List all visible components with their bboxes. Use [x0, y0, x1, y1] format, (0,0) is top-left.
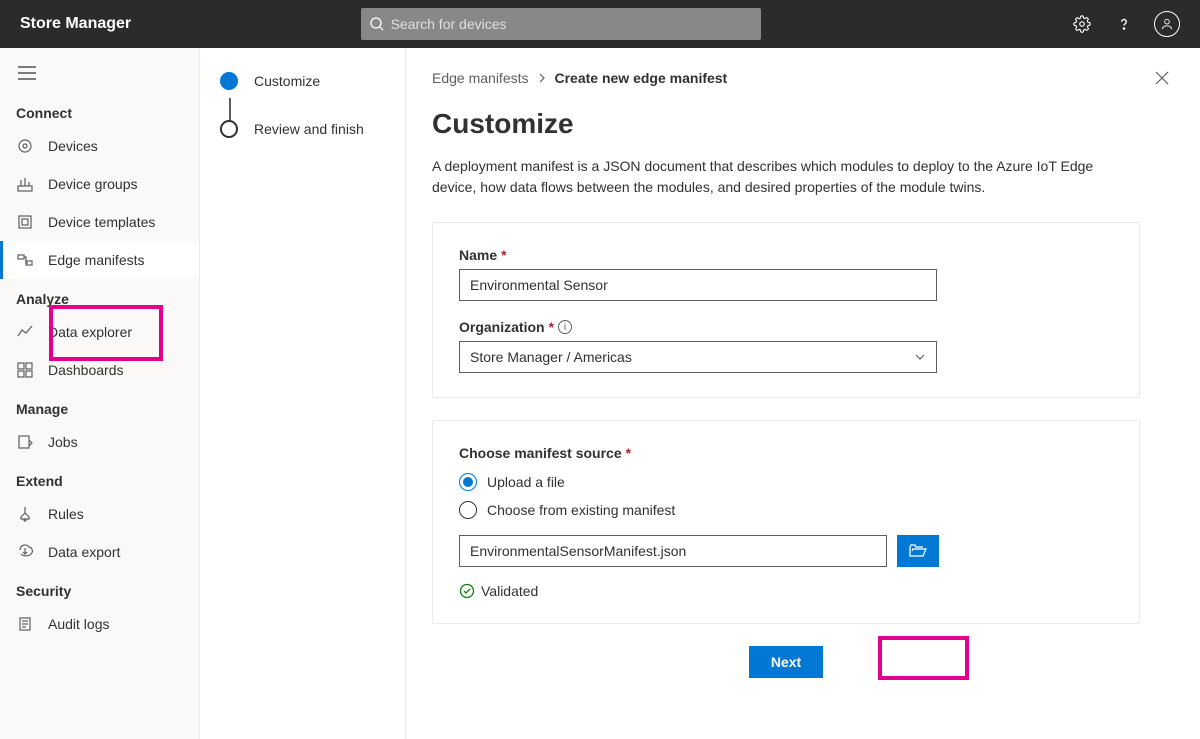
radio-icon	[459, 501, 477, 519]
sidebar-item-label: Data export	[48, 544, 120, 560]
folder-open-icon	[909, 544, 927, 558]
user-avatar[interactable]	[1154, 11, 1180, 37]
data-export-icon	[16, 543, 34, 561]
sidebar-item-label: Jobs	[48, 434, 78, 450]
file-name-field[interactable]: EnvironmentalSensorManifest.json	[459, 535, 887, 567]
radio-icon	[459, 473, 477, 491]
page-title: Customize	[432, 108, 1140, 140]
search-box[interactable]	[361, 8, 761, 40]
sidebar-item-edge-manifests[interactable]: Edge manifests	[0, 241, 199, 279]
step-label: Customize	[254, 73, 320, 89]
sidebar-item-device-groups[interactable]: Device groups	[0, 165, 199, 203]
sidebar-item-devices[interactable]: Devices	[0, 127, 199, 165]
organization-label: Organization * i	[459, 319, 1113, 335]
sidebar-item-label: Edge manifests	[48, 252, 145, 268]
sidebar-item-device-templates[interactable]: Device templates	[0, 203, 199, 241]
name-label: Name *	[459, 247, 1113, 263]
step-customize[interactable]: Customize	[220, 72, 385, 90]
step-circle-icon	[220, 72, 238, 90]
required-asterisk: *	[501, 247, 506, 263]
sidebar-item-label: Devices	[48, 138, 98, 154]
sidebar-item-label: Dashboards	[48, 362, 124, 378]
sidebar-item-audit-logs[interactable]: Audit logs	[0, 605, 199, 643]
breadcrumb-parent[interactable]: Edge manifests	[432, 70, 529, 86]
search-input[interactable]	[391, 16, 753, 32]
sidebar: Connect Devices Device groups Device tem…	[0, 48, 200, 739]
required-asterisk: *	[549, 319, 554, 335]
breadcrumb-current: Create new edge manifest	[555, 70, 728, 86]
radio-label: Upload a file	[487, 474, 565, 490]
required-asterisk: *	[626, 445, 631, 461]
sidebar-item-jobs[interactable]: Jobs	[0, 423, 199, 461]
devices-icon	[16, 137, 34, 155]
name-input[interactable]	[459, 269, 937, 301]
radio-label: Choose from existing manifest	[487, 502, 675, 518]
help-icon[interactable]	[1112, 12, 1136, 36]
top-bar: Store Manager	[0, 0, 1200, 48]
sidebar-item-dashboards[interactable]: Dashboards	[0, 351, 199, 389]
search-icon	[369, 16, 385, 32]
settings-icon[interactable]	[1070, 12, 1094, 36]
chevron-down-icon	[914, 351, 926, 363]
section-manage: Manage	[0, 389, 199, 423]
step-connector	[229, 98, 231, 122]
info-icon[interactable]: i	[558, 320, 572, 334]
section-analyze: Analyze	[0, 279, 199, 313]
breadcrumb: Edge manifests Create new edge manifest	[432, 70, 1140, 86]
audit-logs-icon	[16, 615, 34, 633]
rules-icon	[16, 505, 34, 523]
step-review[interactable]: Review and finish	[220, 120, 385, 138]
step-label: Review and finish	[254, 121, 364, 137]
section-extend: Extend	[0, 461, 199, 495]
wizard-steps: Customize Review and finish	[200, 48, 406, 739]
device-groups-icon	[16, 175, 34, 193]
radio-upload-file[interactable]: Upload a file	[459, 473, 1113, 491]
section-security: Security	[0, 571, 199, 605]
organization-select[interactable]: Store Manager / Americas	[459, 341, 937, 373]
main-panel: Edge manifests Create new edge manifest …	[406, 48, 1200, 739]
sidebar-item-data-export[interactable]: Data export	[0, 533, 199, 571]
checkmark-circle-icon	[459, 583, 475, 599]
sidebar-item-data-explorer[interactable]: Data explorer	[0, 313, 199, 351]
next-button[interactable]: Next	[749, 646, 823, 678]
step-circle-icon	[220, 120, 238, 138]
card-basic-info: Name * Organization * i Store Manager / …	[432, 222, 1140, 398]
sidebar-item-label: Device templates	[48, 214, 155, 230]
sidebar-item-label: Audit logs	[48, 616, 109, 632]
edge-manifests-icon	[16, 251, 34, 269]
source-label: Choose manifest source *	[459, 445, 1113, 461]
hamburger-icon[interactable]	[0, 58, 199, 93]
app-title: Store Manager	[20, 15, 131, 33]
section-connect: Connect	[0, 93, 199, 127]
data-explorer-icon	[16, 323, 34, 341]
validated-label: Validated	[481, 583, 538, 599]
device-templates-icon	[16, 213, 34, 231]
chevron-right-icon	[537, 73, 547, 83]
card-manifest-source: Choose manifest source * Upload a file C…	[432, 420, 1140, 624]
validated-status: Validated	[459, 583, 1113, 599]
jobs-icon	[16, 433, 34, 451]
sidebar-item-rules[interactable]: Rules	[0, 495, 199, 533]
page-description: A deployment manifest is a JSON document…	[432, 156, 1140, 198]
sidebar-item-label: Rules	[48, 506, 84, 522]
sidebar-item-label: Device groups	[48, 176, 138, 192]
close-icon[interactable]	[1154, 70, 1170, 91]
dashboards-icon	[16, 361, 34, 379]
sidebar-item-label: Data explorer	[48, 324, 132, 340]
organization-value: Store Manager / Americas	[470, 349, 632, 365]
browse-button[interactable]	[897, 535, 939, 567]
radio-existing-manifest[interactable]: Choose from existing manifest	[459, 501, 1113, 519]
